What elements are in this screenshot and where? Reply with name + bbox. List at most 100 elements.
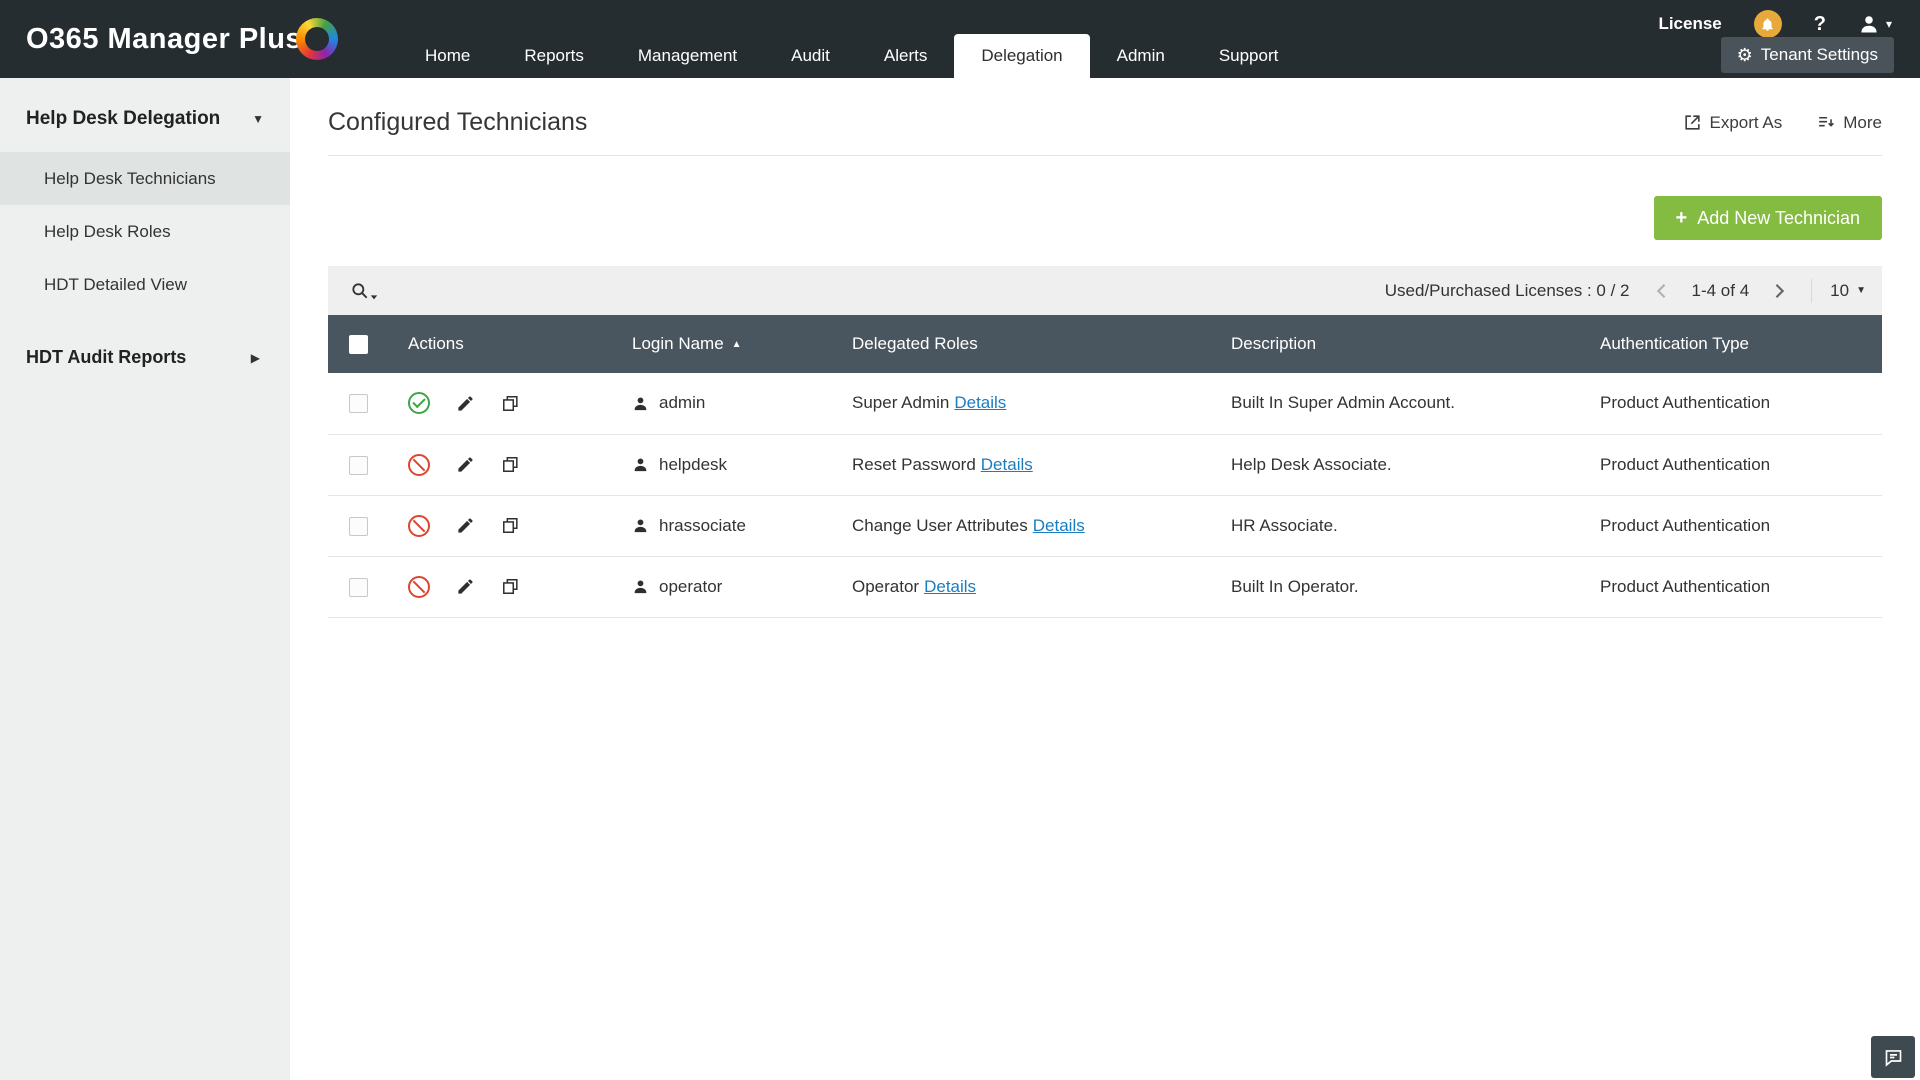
edit-icon[interactable] [456,577,475,596]
search-caret-icon [370,293,378,301]
page-size-caret-icon: ▼ [1856,285,1866,296]
search-icon [350,281,370,301]
details-link[interactable]: Details [1033,516,1085,535]
header-authentication-type: Authentication Type [1580,315,1882,373]
row-checkbox[interactable] [349,394,368,413]
licenses-counter: Used/Purchased Licenses : 0 / 2 [1385,281,1630,301]
description-cell: Built In Super Admin Account. [1211,373,1580,434]
chat-feedback-button[interactable] [1871,1036,1915,1078]
brand-swirl-icon [296,18,338,60]
sort-ascending-icon: ▲ [732,339,742,350]
main-content: Configured Technicians Export As More [290,78,1920,1080]
description-cell: Help Desk Associate. [1211,434,1580,495]
technicians-table: Actions Login Name▲ Delegated Roles Desc… [328,315,1882,618]
auth-type-cell: Product Authentication [1580,373,1882,434]
select-all-checkbox[interactable] [349,335,368,354]
edit-icon[interactable] [456,516,475,535]
login-name: helpdesk [659,455,727,475]
status-toggle-icon[interactable] [408,392,430,414]
sidebar-section-help-desk-delegation[interactable]: Help Desk Delegation ▼ [0,84,290,152]
nav-tab-alerts[interactable]: Alerts [857,34,954,78]
auth-type-cell: Product Authentication [1580,495,1882,556]
description-cell: Built In Operator. [1211,556,1580,617]
row-checkbox[interactable] [349,456,368,475]
header-login-label: Login Name [632,334,724,353]
export-as-label: Export As [1710,113,1783,133]
details-link[interactable]: Details [924,577,976,596]
nav-tab-management[interactable]: Management [611,34,764,78]
help-icon[interactable]: ? [1814,13,1826,36]
copy-technician-icon[interactable] [501,577,520,596]
account-person-icon [1858,13,1880,35]
copy-technician-icon[interactable] [501,516,520,535]
topbar: O365 Manager Plus Home Reports Managemen… [0,0,1920,78]
table-row: helpdesk Reset Password Details Help Desk… [328,434,1882,495]
sidebar: Help Desk Delegation ▼ Help Desk Technic… [0,78,290,1080]
bell-icon [1760,17,1775,32]
pagination-next-button[interactable] [1767,278,1793,304]
page-size-dropdown[interactable]: 10 ▼ [1830,281,1866,301]
edit-icon[interactable] [456,455,475,474]
chat-bubble-icon [1883,1047,1904,1068]
pagination-prev-button[interactable] [1648,278,1674,304]
copy-technician-icon[interactable] [501,394,520,413]
sidebar-item-help-desk-technicians[interactable]: Help Desk Technicians [0,152,290,205]
more-list-icon [1816,113,1835,132]
list-toolbar: Used/Purchased Licenses : 0 / 2 1-4 of 4… [328,266,1882,315]
table-header-row: Actions Login Name▲ Delegated Roles Desc… [328,315,1882,373]
export-as-button[interactable]: Export As [1683,113,1783,133]
status-toggle-icon[interactable] [408,515,430,537]
delegated-role: Super Admin [852,393,949,412]
row-checkbox[interactable] [349,578,368,597]
nav-tab-home[interactable]: Home [398,34,497,78]
status-toggle-icon[interactable] [408,454,430,476]
page-title: Configured Technicians [328,108,587,137]
copy-technician-icon[interactable] [501,455,520,474]
search-button[interactable] [350,281,378,301]
more-button[interactable]: More [1816,113,1882,133]
chevron-right-icon: ▶ [251,351,260,365]
account-caret-icon: ▾ [1886,17,1892,31]
sidebar-audit-title: HDT Audit Reports [26,347,186,368]
notifications-bell-icon[interactable] [1754,10,1782,38]
nav-tab-admin[interactable]: Admin [1090,34,1192,78]
brand-name: O365 Manager Plus [26,23,302,56]
chevron-left-icon [1655,283,1667,299]
delegated-role: Operator [852,577,919,596]
person-icon [632,456,649,473]
login-name: hrassociate [659,516,746,536]
delegated-role: Reset Password [852,455,976,474]
sidebar-section-hdt-audit-reports[interactable]: HDT Audit Reports ▶ [0,311,290,368]
main-nav: Home Reports Management Audit Alerts Del… [398,34,1305,78]
nav-tab-audit[interactable]: Audit [764,34,857,78]
add-new-technician-button[interactable]: + Add New Technician [1654,196,1882,240]
description-cell: HR Associate. [1211,495,1580,556]
nav-tab-support[interactable]: Support [1192,34,1306,78]
account-menu[interactable]: ▾ [1858,13,1892,35]
pagination-range: 1-4 of 4 [1692,281,1750,301]
header-delegated-roles: Delegated Roles [832,315,1211,373]
brand-logo[interactable]: O365 Manager Plus [26,0,338,78]
sidebar-item-hdt-detailed-view[interactable]: HDT Detailed View [0,258,290,311]
tenant-settings-label: Tenant Settings [1761,45,1878,65]
login-name: admin [659,393,705,413]
chevron-right-icon [1774,283,1786,299]
sidebar-section-title: Help Desk Delegation [26,108,220,130]
details-link[interactable]: Details [981,455,1033,474]
page-size-value: 10 [1830,281,1849,301]
nav-tab-delegation[interactable]: Delegation [954,34,1089,78]
header-actions: Actions [388,315,612,373]
tenant-settings-button[interactable]: ⚙ Tenant Settings [1721,37,1894,73]
sidebar-item-help-desk-roles[interactable]: Help Desk Roles [0,205,290,258]
login-name: operator [659,577,722,597]
header-login-name[interactable]: Login Name ▲ [612,315,832,373]
table-row: admin Super Admin Details Built In Super … [328,373,1882,434]
status-toggle-icon[interactable] [408,576,430,598]
row-checkbox[interactable] [349,517,368,536]
auth-type-cell: Product Authentication [1580,556,1882,617]
license-link[interactable]: License [1658,14,1721,34]
edit-icon[interactable] [456,394,475,413]
details-link[interactable]: Details [954,393,1006,412]
nav-tab-reports[interactable]: Reports [497,34,611,78]
table-row: operator Operator Details Built In Operat… [328,556,1882,617]
